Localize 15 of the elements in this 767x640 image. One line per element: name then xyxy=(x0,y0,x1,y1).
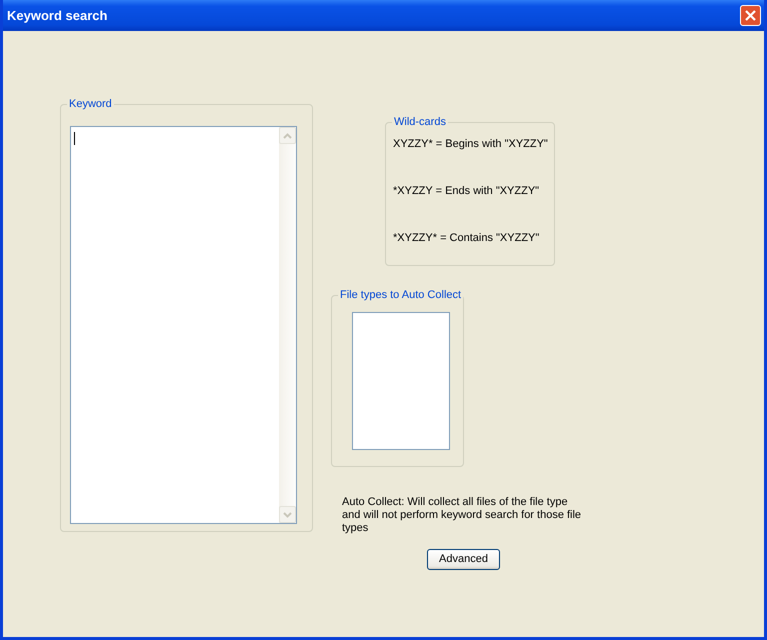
file-types-list[interactable] xyxy=(352,312,450,450)
window-title: Keyword search xyxy=(7,6,108,25)
auto-collect-note: Auto Collect: Will collect all files of the file type and will not perform keyword search for those file types xyxy=(342,496,582,535)
scrollbar[interactable] xyxy=(279,127,296,523)
close-button[interactable] xyxy=(740,5,761,26)
keyword-field[interactable] xyxy=(70,126,297,524)
wildcard-rule: *XYZZY = Ends with "XYZZY" xyxy=(393,184,540,198)
wildcard-rule: XYZZY* = Begins with "XYZZY" xyxy=(393,137,549,151)
scroll-down-button[interactable] xyxy=(279,506,296,523)
group-label: Keyword xyxy=(67,97,114,111)
group-label: File types to Auto Collect xyxy=(338,288,464,302)
advanced-button[interactable]: Advanced xyxy=(427,549,500,570)
close-icon xyxy=(744,9,757,22)
scroll-up-button[interactable] xyxy=(279,127,296,144)
wildcard-rule: *XYZZY* = Contains "XYZZY" xyxy=(393,231,540,245)
